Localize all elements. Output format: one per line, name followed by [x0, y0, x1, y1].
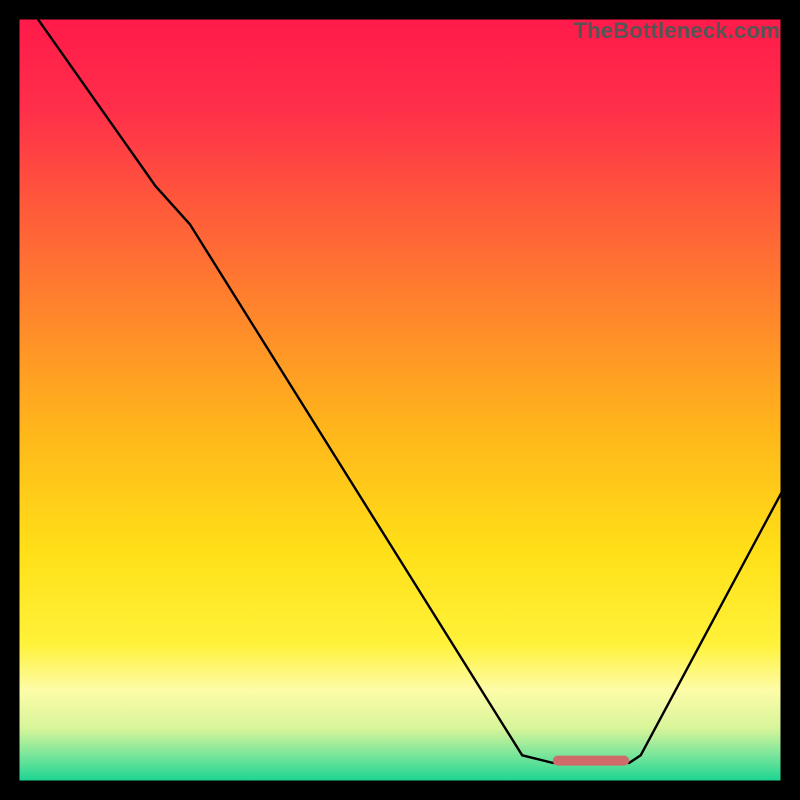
optimal-marker	[553, 756, 629, 766]
chart-plot	[18, 18, 782, 782]
watermark-text: TheBottleneck.com	[574, 18, 780, 44]
chart-frame: TheBottleneck.com	[18, 18, 782, 782]
gradient-background	[18, 18, 782, 782]
